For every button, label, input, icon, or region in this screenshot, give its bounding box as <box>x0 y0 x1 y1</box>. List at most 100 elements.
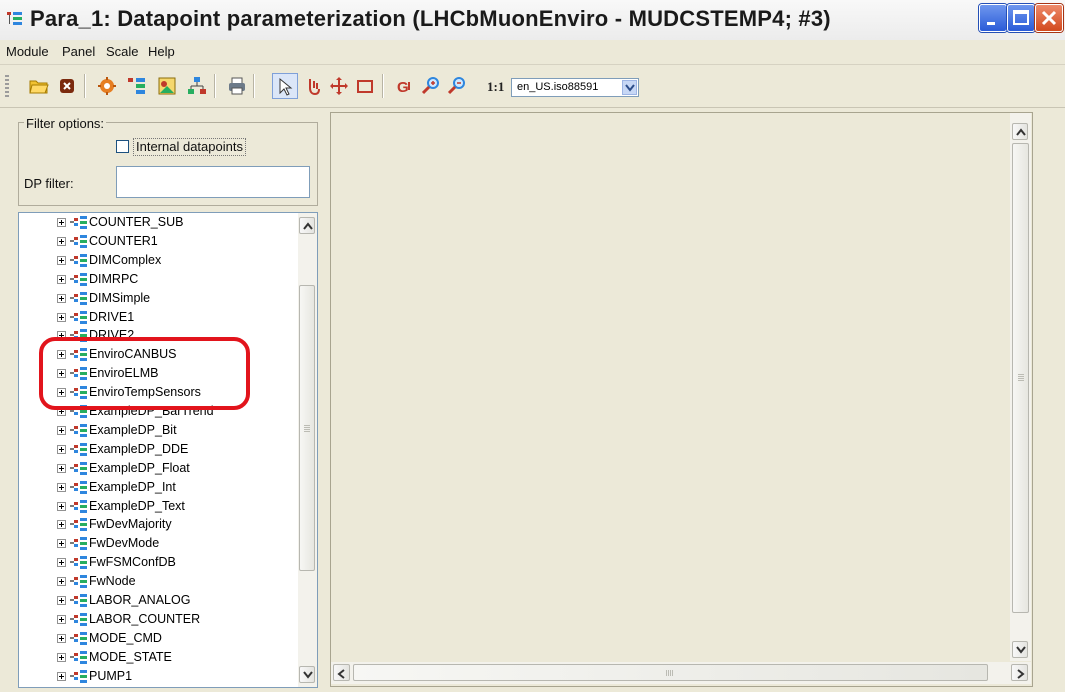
expand-plus-icon[interactable] <box>57 614 66 624</box>
tree-item[interactable]: LABOR_ANALOG <box>19 592 289 610</box>
main-scroll-thumb[interactable] <box>1012 143 1029 613</box>
zoom-in-button[interactable] <box>418 73 444 99</box>
toolbar-separator <box>214 74 216 98</box>
tree-item-label: PUMP1 <box>89 668 133 683</box>
datapoint-tree-button[interactable] <box>124 73 150 99</box>
main-hscroll-thumb[interactable] <box>353 664 988 681</box>
toolbar-grip[interactable] <box>5 75 9 97</box>
internal-datapoints-label[interactable]: Internal datapoints <box>133 138 246 156</box>
title-bar[interactable]: Para_1: Datapoint parameterization (LHCb… <box>0 0 1065 41</box>
tree-item[interactable]: MODE_STATE <box>19 649 289 667</box>
tree-item[interactable]: DIMRPC <box>19 271 289 289</box>
expand-plus-icon[interactable] <box>57 255 66 265</box>
open-folder-icon <box>29 80 49 94</box>
expand-plus-icon[interactable] <box>57 539 66 549</box>
close-module-button[interactable] <box>54 73 80 99</box>
tree-item-label: ExampleDP_Bit <box>89 422 177 437</box>
open-button[interactable] <box>26 73 52 99</box>
expand-plus-icon[interactable] <box>57 236 66 246</box>
expand-plus-icon[interactable] <box>57 520 66 530</box>
expand-plus-icon[interactable] <box>57 558 66 568</box>
rectangle-button[interactable] <box>352 73 378 99</box>
tree-scroll-down-button[interactable] <box>299 666 315 683</box>
expand-plus-icon[interactable] <box>57 482 66 492</box>
expand-plus-icon[interactable] <box>57 652 66 662</box>
main-vertical-scrollbar[interactable] <box>1010 113 1031 661</box>
expand-plus-icon[interactable] <box>57 596 66 605</box>
expand-plus-icon[interactable] <box>57 444 66 454</box>
expand-plus-icon[interactable] <box>57 425 66 435</box>
tree-item[interactable]: MODE_CMD <box>19 630 289 648</box>
locale-dropdown-button[interactable] <box>622 80 637 95</box>
print-button[interactable] <box>224 73 250 99</box>
tree-item-label: FwDevMajority <box>89 517 172 532</box>
tree-item[interactable]: ExampleDP_Bit <box>19 422 289 440</box>
main-horizontal-scrollbar[interactable] <box>331 662 1031 684</box>
move-cross-icon <box>330 77 348 95</box>
zoom-out-button[interactable] <box>444 73 470 99</box>
select-tool-button[interactable] <box>272 73 298 99</box>
image-button[interactable] <box>154 73 180 99</box>
toolbar: G 1:1 en_US.iso88591 <box>0 65 1065 108</box>
datapoint-type-icon <box>70 631 87 645</box>
tree-vertical-scrollbar[interactable] <box>298 213 317 687</box>
expand-plus-icon[interactable] <box>57 463 66 473</box>
tree-item[interactable]: FwDevMajority <box>19 516 289 534</box>
print-icon <box>229 77 245 95</box>
menu-help[interactable]: Help <box>148 44 175 59</box>
tree-item[interactable]: COUNTER_SUB <box>19 214 289 232</box>
main-scroll-left-button[interactable] <box>333 664 350 681</box>
move-button[interactable] <box>326 73 352 99</box>
tree-item-label: LABOR_COUNTER <box>89 611 201 626</box>
expand-plus-icon[interactable] <box>57 274 66 284</box>
window-title: Para_1: Datapoint parameterization (LHCb… <box>30 6 831 31</box>
settings-button[interactable] <box>94 73 120 99</box>
tree-item[interactable]: DRIVE1 <box>19 309 289 327</box>
expand-plus-icon[interactable] <box>57 293 66 303</box>
datapoint-type-icon <box>70 518 87 532</box>
menu-panel[interactable]: Panel <box>62 44 95 59</box>
tree-item[interactable]: ExampleDP_Int <box>19 479 289 497</box>
zoom-text-button[interactable]: G <box>392 73 418 99</box>
tree-scroll-thumb[interactable] <box>299 285 315 571</box>
tree-item-label: DIMSimple <box>89 290 151 305</box>
tree-item[interactable]: LABOR_COUNTER <box>19 611 289 629</box>
expand-plus-icon[interactable] <box>57 501 66 511</box>
menu-scale[interactable]: Scale <box>106 44 139 59</box>
main-scroll-up-button[interactable] <box>1012 123 1028 140</box>
minimize-button[interactable] <box>979 4 1007 32</box>
zoom-one-to-one-button[interactable]: 1:1 <box>487 79 504 95</box>
datapoint-type-icon <box>70 650 87 664</box>
expand-plus-icon[interactable] <box>57 312 66 322</box>
main-scroll-down-button[interactable] <box>1012 641 1028 658</box>
tree-scroll-up-button[interactable] <box>299 217 315 234</box>
close-button[interactable] <box>1035 4 1063 32</box>
tree-item[interactable]: COUNTER1 <box>19 233 289 251</box>
tree-item[interactable]: DIMComplex <box>19 252 289 270</box>
tree-item[interactable]: ExampleDP_Text <box>19 498 289 516</box>
tree-item[interactable]: ExampleDP_Float <box>19 460 289 478</box>
tree-item[interactable]: FwFSMConfDB <box>19 554 289 572</box>
cursor-hand-button[interactable] <box>300 73 326 99</box>
chevron-right-icon <box>1017 669 1025 679</box>
locale-select[interactable]: en_US.iso88591 <box>511 78 639 97</box>
expand-plus-icon[interactable] <box>57 671 66 681</box>
tree-item[interactable]: DIMSimple <box>19 290 289 308</box>
expand-plus-icon[interactable] <box>57 633 66 643</box>
main-scroll-right-button[interactable] <box>1011 664 1028 681</box>
chevron-down-icon <box>1016 646 1026 654</box>
tree-item[interactable]: ExampleDP_DDE <box>19 441 289 459</box>
chevron-down-icon <box>303 671 313 679</box>
tree-item[interactable]: FwNode <box>19 573 289 591</box>
dp-filter-input[interactable] <box>116 166 310 198</box>
hierarchy-button[interactable] <box>184 73 210 99</box>
internal-datapoints-checkbox[interactable] <box>116 140 129 153</box>
maximize-button[interactable] <box>1007 4 1035 32</box>
tree-item[interactable]: FwDevMode <box>19 535 289 553</box>
menu-module[interactable]: Module <box>6 44 49 59</box>
locale-value: en_US.iso88591 <box>517 81 599 93</box>
tree-item[interactable]: PUMP1 <box>19 668 289 686</box>
tree-item-label: MODE_STATE <box>89 649 172 664</box>
expand-plus-icon[interactable] <box>57 218 66 227</box>
expand-plus-icon[interactable] <box>57 577 66 587</box>
